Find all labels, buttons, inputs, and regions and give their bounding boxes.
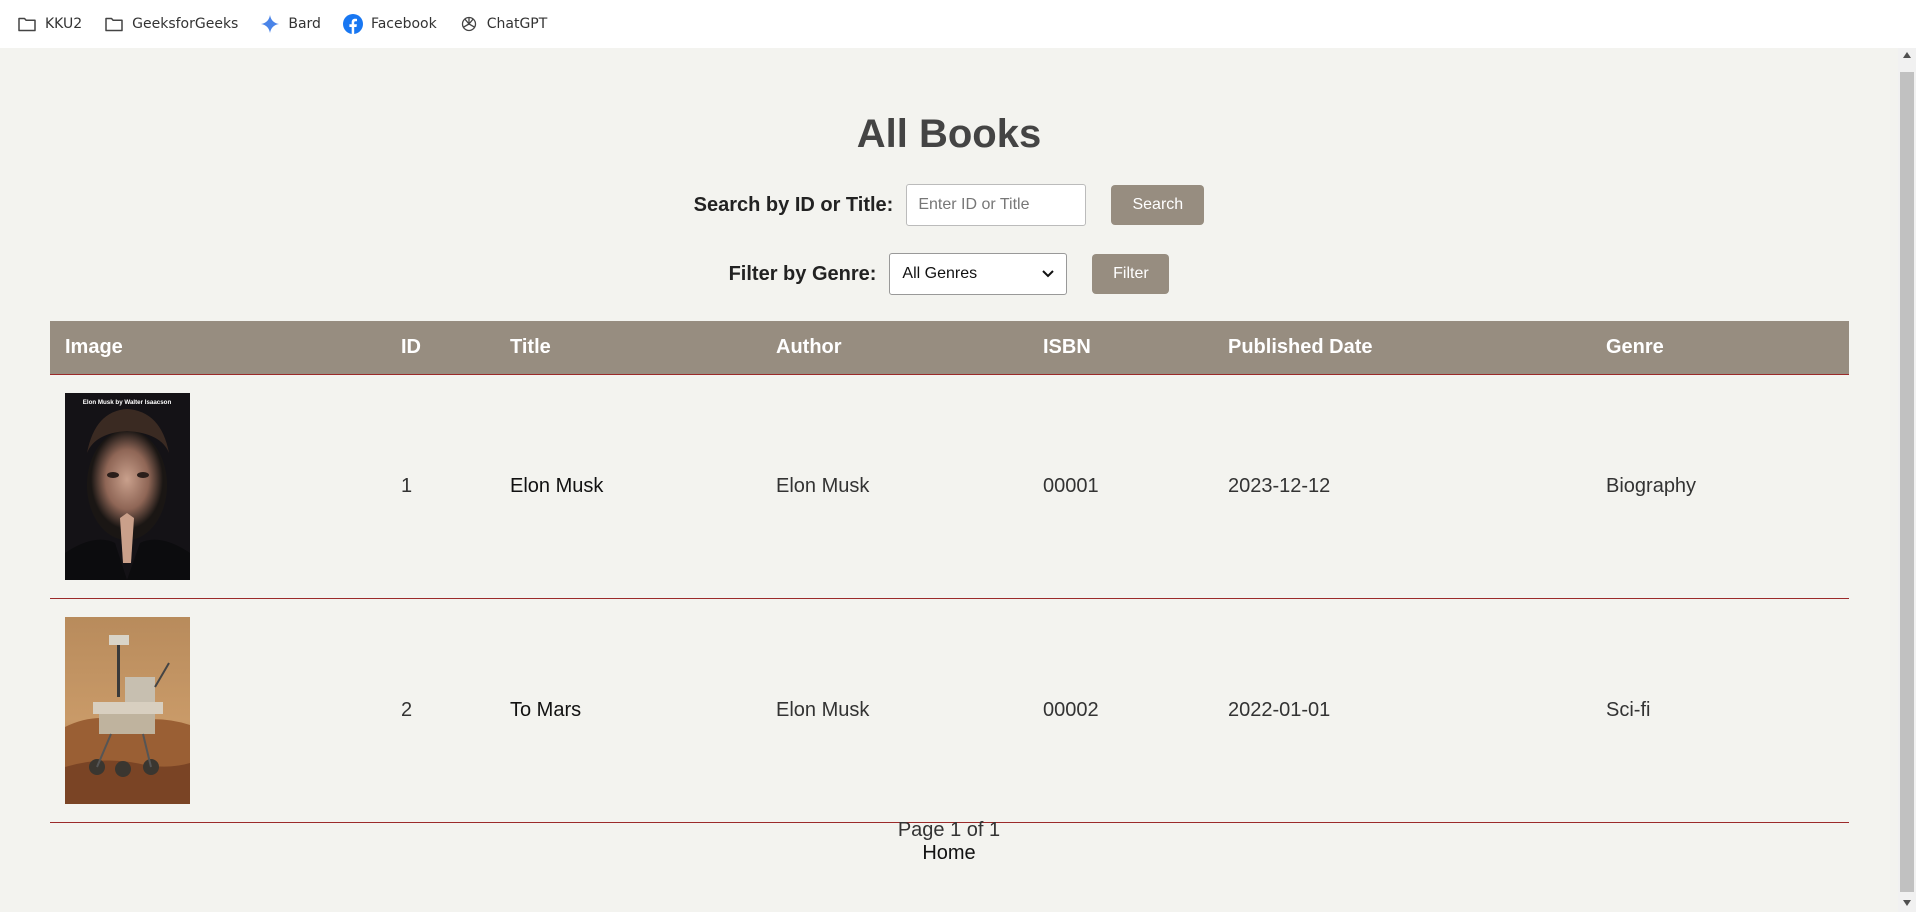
facebook-icon	[342, 14, 363, 34]
cell-author: Elon Musk	[761, 598, 1028, 823]
scrollbar[interactable]	[1898, 48, 1916, 912]
search-button[interactable]: Search	[1111, 185, 1205, 225]
page-content: All Books Search by ID or Title: Search …	[0, 48, 1898, 912]
column-header-isbn: ISBN	[1028, 321, 1213, 375]
cell-isbn: 00002	[1028, 598, 1213, 823]
column-header-published-date: Published Date	[1213, 321, 1591, 375]
bookmark-bard[interactable]: Bard	[260, 8, 329, 40]
table-row: 2 To Mars Elon Musk 00002 2022-01-01 Sci…	[50, 598, 1849, 823]
folder-icon	[104, 14, 124, 34]
cell-isbn: 00001	[1028, 374, 1213, 599]
bookmark-label: Facebook	[370, 16, 437, 32]
chevron-down-icon	[1042, 265, 1055, 283]
cell-genre: Sci-fi	[1591, 598, 1849, 823]
bookmark-label: ChatGPT	[486, 16, 548, 32]
book-cover-image: Elon Musk by Walter Isaacson	[65, 393, 190, 580]
book-cover-image	[65, 617, 190, 804]
cell-author: Elon Musk	[761, 374, 1028, 599]
genre-select-value: All Genres	[902, 265, 978, 282]
cell-published-date: 2022-01-01	[1213, 598, 1591, 823]
bookmark-label: Bard	[288, 16, 321, 32]
search-row: Search by ID or Title: Search	[0, 184, 1898, 226]
bookmark-label: KKU2	[45, 16, 83, 32]
bookmark-geeksforgeeks[interactable]: GeeksforGeeks	[104, 8, 246, 40]
cell-id: 1	[386, 374, 495, 599]
chatgpt-icon	[459, 14, 479, 34]
folder-icon	[17, 14, 37, 34]
cell-image	[50, 598, 386, 823]
pagination-text: Page 1 of 1	[897, 819, 1001, 841]
bookmark-kku2[interactable]: KKU2	[17, 8, 90, 40]
table-row: Elon Musk by Walter Isaacson 1 Elon Musk…	[50, 374, 1849, 599]
books-table: Image ID Title Author ISBN Published Dat…	[50, 321, 1849, 823]
cell-published-date: 2023-12-12	[1213, 374, 1591, 599]
bookmark-chatgpt[interactable]: ChatGPT	[459, 8, 556, 40]
bookmark-label: GeeksforGeeks	[132, 16, 239, 32]
search-input[interactable]	[906, 184, 1087, 226]
column-header-author: Author	[761, 321, 1028, 375]
cell-title: To Mars	[495, 598, 761, 823]
scroll-up-arrow-icon[interactable]	[1903, 52, 1911, 58]
column-header-id: ID	[386, 321, 495, 375]
book-cover-text: Elon Musk by Walter Isaacson	[83, 399, 172, 406]
bard-sparkle-icon	[260, 14, 280, 34]
cell-title: Elon Musk	[495, 374, 761, 599]
column-header-genre: Genre	[1591, 321, 1849, 375]
table-header-row: Image ID Title Author ISBN Published Dat…	[50, 321, 1849, 375]
page-title: All Books	[856, 112, 1042, 156]
home-link[interactable]: Home	[0, 842, 1898, 865]
cell-image: Elon Musk by Walter Isaacson	[50, 374, 386, 599]
bookmarks-bar: KKU2 GeeksforGeeks Bard Facebook ChatGPT	[0, 0, 1916, 48]
filter-label: Filter by Genre:	[728, 262, 877, 285]
column-header-title: Title	[495, 321, 761, 375]
column-header-image: Image	[50, 321, 386, 375]
search-label: Search by ID or Title:	[693, 193, 894, 216]
scroll-down-arrow-icon[interactable]	[1903, 900, 1911, 906]
genre-select[interactable]: All Genres	[889, 253, 1068, 295]
cell-id: 2	[386, 598, 495, 823]
filter-button[interactable]: Filter	[1092, 254, 1170, 294]
cell-genre: Biography	[1591, 374, 1849, 599]
scrollbar-thumb[interactable]	[1900, 72, 1914, 892]
filter-row: Filter by Genre: All Genres Filter	[0, 253, 1898, 295]
bookmark-facebook[interactable]: Facebook	[342, 8, 445, 40]
